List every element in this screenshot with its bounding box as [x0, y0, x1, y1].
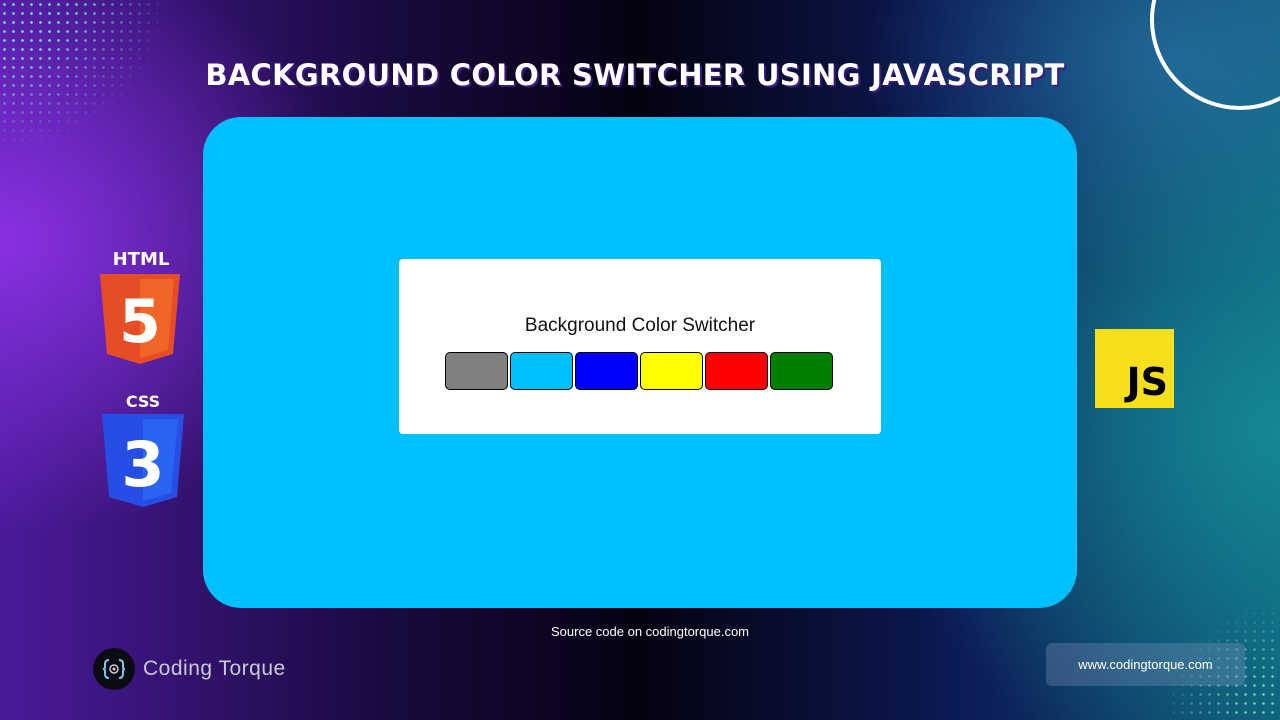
swatch-deepskyblue-button[interactable] — [510, 352, 573, 390]
swatch-yellow-button[interactable] — [640, 352, 703, 390]
swatch-grey-button[interactable] — [445, 352, 508, 390]
swatch-green-button[interactable] — [770, 352, 833, 390]
website-url-link[interactable]: www.codingtorque.com — [1046, 643, 1245, 686]
css-logo-number: 3 — [121, 428, 164, 501]
css-logo-label: CSS — [126, 392, 160, 411]
source-code-note: Source code on codingtorque.com — [550, 624, 749, 639]
swatch-blue-button[interactable] — [575, 352, 638, 390]
switcher-card: Background Color Switcher — [399, 259, 881, 434]
html5-logo: HTML 5 — [98, 246, 184, 374]
color-swatch-row — [445, 352, 833, 390]
html-logo-label: HTML — [113, 249, 170, 270]
html-logo-number: 5 — [119, 287, 161, 357]
brand: Coding Torque — [93, 648, 286, 690]
js-logo-label: JS — [1126, 360, 1168, 404]
javascript-logo: JS — [1095, 329, 1174, 408]
card-title: Background Color Switcher — [524, 315, 756, 336]
brand-logo-icon — [93, 648, 135, 690]
brand-name: Coding Torque — [143, 657, 286, 680]
banner-title: BACKGROUND COLOR SWITCHER USING JAVASCRI… — [205, 58, 1065, 92]
swatch-red-button[interactable] — [705, 352, 768, 390]
css3-logo: CSS 3 — [100, 390, 186, 514]
decorative-ring — [1150, 0, 1280, 110]
